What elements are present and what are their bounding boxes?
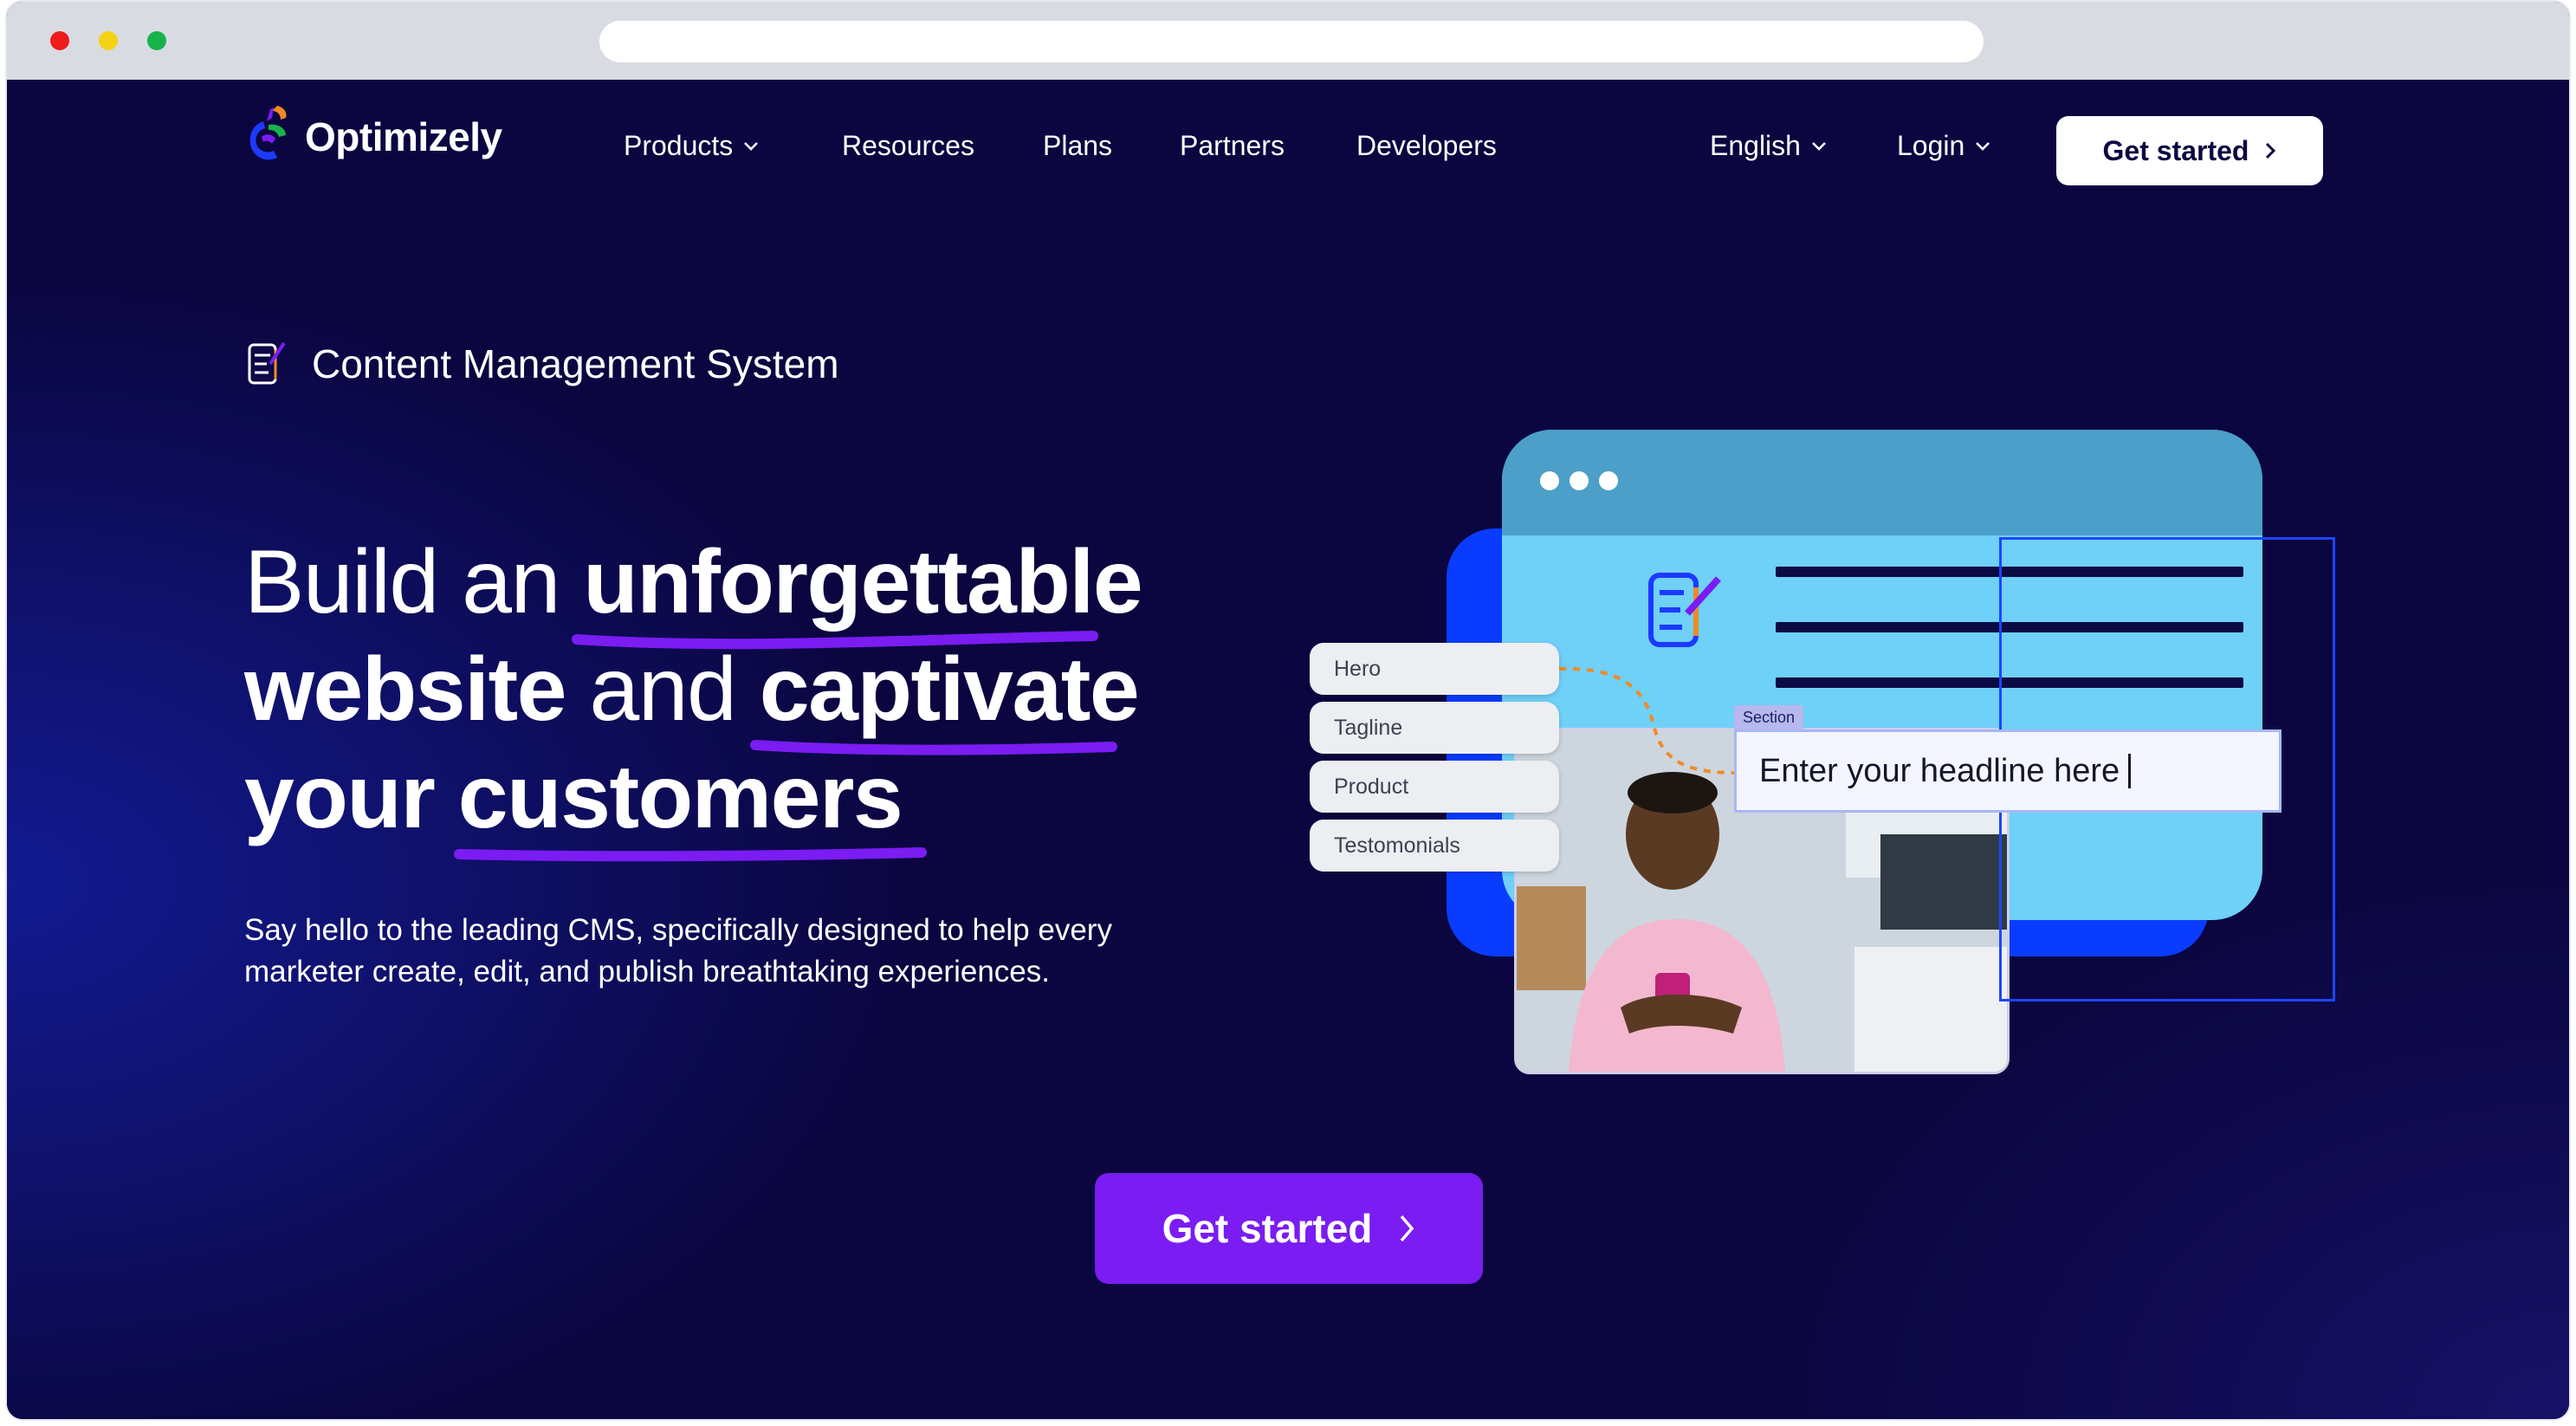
section-tag-hero: Hero [1310, 643, 1559, 695]
section-tag-product: Product [1310, 761, 1559, 813]
section-tag-label: Testomonials [1334, 833, 1460, 858]
section-tag-tagline: Tagline [1310, 702, 1559, 754]
section-label: Section [1734, 705, 1804, 729]
section-tag-testimonials: Testomonials [1310, 820, 1559, 872]
headline-input-mock: Enter your headline here [1734, 729, 2282, 813]
section-tag-label: Product [1334, 774, 1409, 799]
text-caret [2128, 754, 2132, 788]
headline-input-text: Enter your headline here [1759, 752, 2120, 789]
dashed-connector [1558, 666, 1737, 775]
section-tag-label: Hero [1334, 656, 1382, 681]
section-tag-label: Tagline [1334, 715, 1403, 740]
